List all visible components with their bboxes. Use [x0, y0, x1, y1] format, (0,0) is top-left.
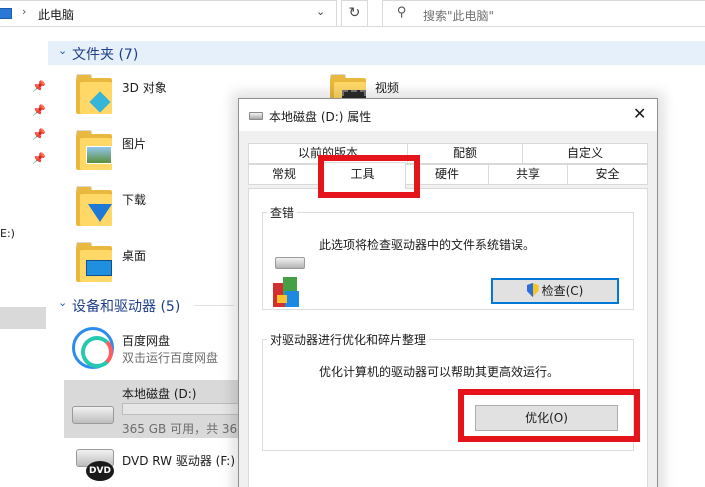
address-field[interactable]: › 此电脑 ⌄ [0, 0, 337, 27]
devices-group-title: 设备和驱动器 (5) [72, 299, 181, 315]
folder-icon-3d-objects[interactable] [76, 74, 114, 114]
dvd-badge: DVD [86, 461, 114, 481]
folders-group-header[interactable]: ⌄ 文件夹 (7) [48, 41, 705, 65]
folder-label-3d-objects[interactable]: 3D 对象 [122, 79, 167, 96]
search-placeholder: 搜索"此电脑" [423, 9, 495, 23]
tab-quota[interactable]: 配额 [407, 143, 523, 164]
breadcrumb-this-pc[interactable]: 此电脑 [38, 6, 74, 23]
nav-item-selected[interactable] [0, 307, 46, 329]
folder-icon-downloads[interactable] [76, 186, 114, 226]
chevron-down-icon[interactable]: ⌄ [58, 296, 67, 309]
device-sub-baidu-netdisk: 双击运行百度网盘 [122, 351, 219, 365]
error-checking-desc: 此选项将检查驱动器中的文件系统错误。 [319, 238, 536, 252]
drive-icon [275, 257, 305, 269]
pin-icon[interactable]: 📌 [32, 104, 46, 117]
highlight-tools-tab [318, 155, 420, 198]
hard-drive-icon[interactable] [72, 406, 114, 424]
tab-security[interactable]: 安全 [567, 164, 648, 185]
search-input[interactable]: ⚲ 搜索"此电脑" [382, 0, 705, 27]
pin-icon[interactable]: 📌 [32, 128, 46, 141]
folder-label-videos[interactable]: 视频 [375, 79, 399, 96]
chevron-down-icon[interactable]: ⌄ [58, 44, 67, 57]
uac-shield-icon [526, 283, 539, 297]
baidu-netdisk-icon[interactable] [72, 327, 114, 369]
device-sub-local-disk-d: 365 GB 可用，共 366 [122, 422, 245, 436]
check-button[interactable]: 检查(C) [491, 278, 619, 304]
chevron-down-icon[interactable]: ⌄ [316, 5, 325, 18]
close-icon[interactable]: ✕ [633, 104, 646, 123]
device-label-local-disk-d[interactable]: 本地磁盘 (D:) [122, 385, 196, 402]
folder-icon-pictures[interactable] [76, 130, 114, 170]
defrag-icon [273, 277, 301, 307]
device-label-baidu-netdisk[interactable]: 百度网盘 [122, 332, 170, 349]
folders-group-title: 文件夹 (7) [72, 47, 139, 63]
folder-icon-desktop[interactable] [76, 242, 114, 282]
optimize-title: 对驱动器进行优化和碎片整理 [267, 331, 430, 348]
dialog-title-bar[interactable]: 本地磁盘 (D:) 属性 ✕ [239, 99, 657, 131]
nav-item-drive-e[interactable]: E:) [0, 227, 15, 240]
navigation-pane: 📌 📌 📌 📌 E:) [0, 28, 48, 487]
folder-label-downloads[interactable]: 下载 [122, 191, 146, 208]
optimize-desc: 优化计算机的驱动器可以帮助其更高效运行。 [319, 365, 560, 379]
device-label-dvd-drive[interactable]: DVD RW 驱动器 (F:) [122, 452, 235, 469]
this-pc-icon [0, 8, 12, 19]
tab-general[interactable]: 常规 [248, 164, 320, 185]
group-divider [194, 305, 234, 306]
drive-usage-bar [122, 403, 239, 415]
check-button-label: 检查(C) [541, 284, 584, 298]
dialog-title: 本地磁盘 (D:) 属性 [269, 110, 372, 124]
pin-icon[interactable]: 📌 [32, 152, 46, 165]
breadcrumb-separator[interactable]: › [22, 5, 26, 18]
error-checking-title: 查错 [267, 204, 298, 221]
tab-customize[interactable]: 自定义 [522, 143, 648, 164]
drive-icon [249, 112, 263, 120]
folder-label-pictures[interactable]: 图片 [122, 135, 146, 152]
address-bar: › 此电脑 ⌄ ↻ ⚲ 搜索"此电脑" [0, 0, 705, 27]
tab-sharing[interactable]: 共享 [488, 164, 568, 185]
refresh-icon[interactable]: ↻ [341, 0, 368, 27]
highlight-optimize-button [458, 389, 640, 442]
dvd-drive-icon[interactable]: DVD [72, 449, 116, 487]
pin-icon[interactable]: 📌 [32, 80, 46, 93]
search-icon: ⚲ [397, 5, 407, 20]
folder-label-desktop[interactable]: 桌面 [122, 247, 146, 264]
